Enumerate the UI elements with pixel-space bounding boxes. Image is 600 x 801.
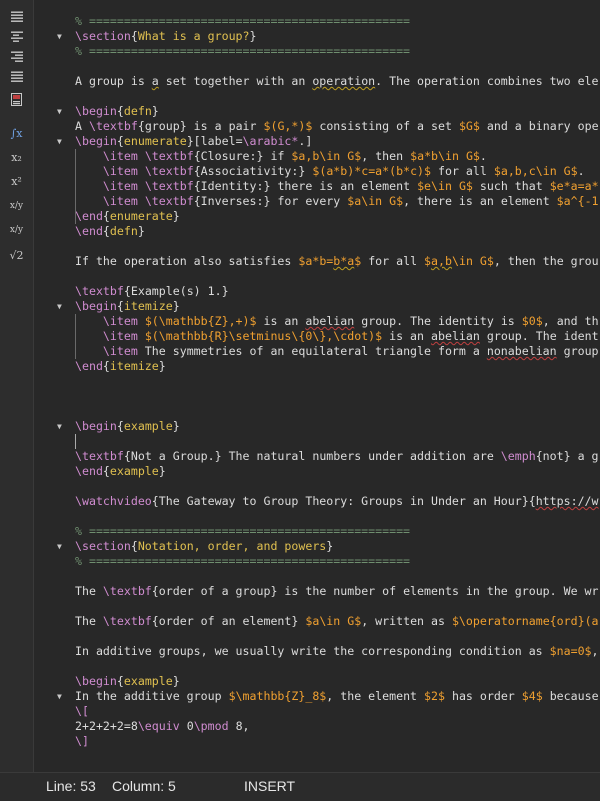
code-line[interactable]: A \textbf{group} is a pair $(G,*)$ consi… [75, 119, 599, 134]
code-line[interactable]: \begin{example} [75, 674, 180, 689]
fold-toggle-icon[interactable]: ▼ [57, 29, 62, 44]
code-line[interactable]: \textbf{Example(s) 1.} [75, 284, 229, 299]
code-line[interactable]: \] [75, 734, 89, 749]
code-line[interactable]: \end{itemize} [75, 359, 166, 374]
code-line[interactable]: In the additive group $\mathbb{Z}_8$, th… [75, 689, 599, 704]
code-line[interactable]: \end{enumerate} [75, 209, 180, 224]
status-mode: INSERT [244, 778, 296, 794]
fraction-alt-icon[interactable]: x/y [0, 220, 33, 240]
code-line[interactable]: \end{example} [75, 464, 166, 479]
align-center-icon[interactable] [0, 28, 33, 48]
code-line[interactable]: \section{Notation, order, and powers} [75, 539, 333, 554]
code-line[interactable]: In additive groups, we usually write the… [75, 644, 599, 659]
fold-toggle-icon[interactable]: ▼ [57, 689, 62, 704]
align-right-icon[interactable] [0, 48, 33, 68]
status-bar: Line: 53 Column: 5 INSERT [0, 772, 600, 801]
code-line[interactable]: If the operation also satisfies $a*b=b*a… [75, 254, 599, 269]
code-editor[interactable]: % ======================================… [34, 0, 600, 772]
code-line[interactable]: \item \textbf{Inverses:} for every $a\in… [75, 194, 599, 209]
status-line: Line: 53 [46, 778, 96, 794]
fold-toggle-icon[interactable]: ▼ [57, 134, 62, 149]
code-line[interactable]: % ======================================… [75, 554, 410, 569]
align-left-icon[interactable] [0, 8, 33, 28]
code-line[interactable]: The \textbf{order of an element} $a\in G… [75, 614, 599, 629]
code-line[interactable]: \item $(\mathbb{R}\setminus\{0\},\cdot)$… [75, 329, 599, 344]
indent-guide [75, 149, 76, 224]
status-column: Column: 5 [112, 778, 176, 794]
code-line[interactable]: A group is a set together with an operat… [75, 74, 599, 89]
code-line[interactable]: \[ [75, 704, 89, 719]
code-line[interactable]: \begin{itemize} [75, 299, 180, 314]
fraction-icon[interactable]: x/y [0, 196, 33, 216]
superscript-icon[interactable]: x² [0, 172, 33, 192]
indent-guide [75, 314, 76, 359]
text-cursor [75, 434, 76, 449]
subscript-icon[interactable]: x₂ [0, 148, 33, 168]
book-icon[interactable] [0, 90, 33, 110]
code-line[interactable]: \begin{enumerate}[label=\arabic*.] [75, 134, 312, 149]
code-line[interactable]: \item $(\mathbb{Z},+)$ is an abelian gro… [75, 314, 599, 329]
code-line[interactable]: \item \textbf{Closure:} if $a,b\in G$, t… [75, 149, 487, 164]
square-root-icon[interactable]: √2 [0, 246, 33, 266]
code-line[interactable]: \watchvideo{The Gateway to Group Theory:… [75, 494, 599, 509]
fold-toggle-icon[interactable]: ▼ [57, 539, 62, 554]
code-line[interactable]: \section{What is a group?} [75, 29, 257, 44]
code-line[interactable]: \item \textbf{Associativity:} $(a*b)*c=a… [75, 164, 585, 179]
code-line[interactable]: % ======================================… [75, 14, 410, 29]
fold-toggle-icon[interactable]: ▼ [57, 104, 62, 119]
code-line[interactable]: \item The symmetries of an equilateral t… [75, 344, 599, 359]
fold-toggle-icon[interactable]: ▼ [57, 299, 62, 314]
code-line[interactable]: \begin{defn} [75, 104, 159, 119]
code-line[interactable]: 2+2+2+2=8\equiv 0\pmod 8, [75, 719, 250, 734]
fold-toggle-icon[interactable]: ▼ [57, 419, 62, 434]
code-line[interactable]: % ======================================… [75, 524, 410, 539]
code-line[interactable]: \textbf{Not a Group.} The natural number… [75, 449, 599, 464]
code-line[interactable]: The \textbf{order of a group} is the num… [75, 584, 599, 599]
code-line[interactable]: \item \textbf{Identity:} there is an ele… [75, 179, 599, 194]
code-line[interactable]: \end{defn} [75, 224, 145, 239]
code-line[interactable]: \begin{example} [75, 419, 180, 434]
integral-icon[interactable]: ∫x [0, 124, 33, 144]
side-toolbar: ∫x x₂ x² x/y x/y √2 [0, 0, 34, 772]
code-line[interactable]: % ======================================… [75, 44, 410, 59]
align-justify-icon[interactable] [0, 68, 33, 88]
